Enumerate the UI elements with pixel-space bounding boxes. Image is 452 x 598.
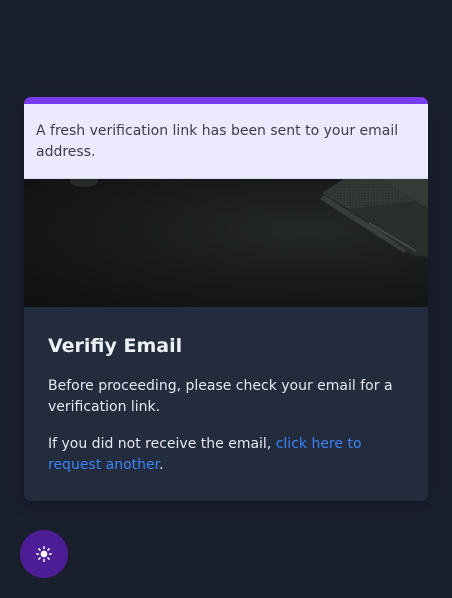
sun-icon — [36, 546, 52, 562]
resend-suffix: . — [159, 457, 164, 473]
card-title: Verifiy Email — [48, 335, 183, 357]
resend-prefix: If you did not receive the email, — [48, 436, 276, 452]
fabric-photo-graphic — [70, 179, 428, 257]
verify-email-card: A fresh verification link has been sent … — [24, 97, 428, 501]
alert-message: A fresh verification link has been sent … — [36, 123, 399, 160]
theme-toggle-button[interactable] — [20, 530, 68, 578]
success-alert: A fresh verification link has been sent … — [24, 104, 428, 179]
instruction-text: Before proceeding, please check your ema… — [48, 378, 393, 415]
resend-text: If you did not receive the email, click … — [48, 434, 404, 476]
hero-image — [24, 179, 428, 307]
card-accent-bar — [24, 97, 428, 104]
